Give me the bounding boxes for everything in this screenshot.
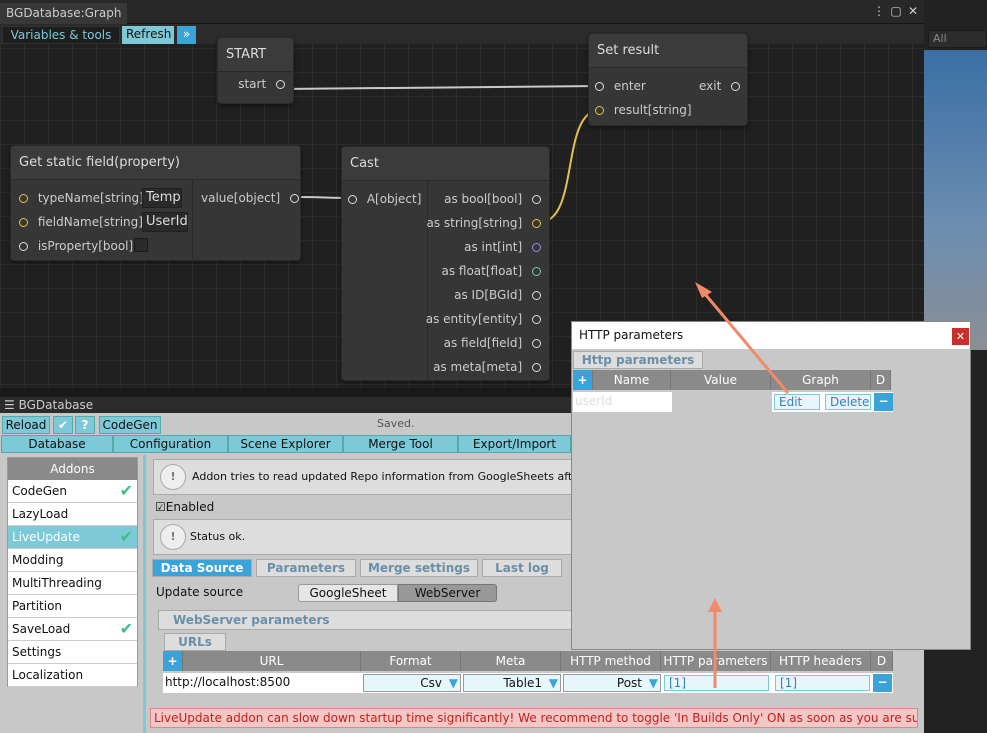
annotation-arrows [695,282,790,688]
arrow-head [708,598,722,612]
arrow-to-graph [698,287,790,394]
arrow-head [695,282,712,298]
